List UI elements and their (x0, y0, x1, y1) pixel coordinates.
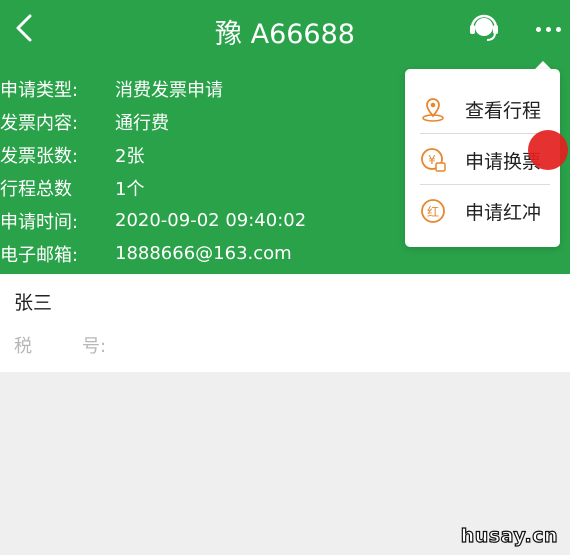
top-bar: 豫 A66688 (0, 0, 570, 60)
tax-label-part2: 号: (82, 336, 107, 357)
info-row-content: 发票内容: 通行费 (0, 105, 306, 138)
info-label: 申请类型: (0, 79, 79, 101)
buyer-name: 张三 (14, 292, 53, 314)
info-value: 2020-09-02 09:40:02 (115, 210, 307, 231)
info-value: 1个 (115, 178, 145, 200)
info-row-trips: 行程总数 1个 (0, 171, 306, 204)
info-row-count: 发票张数: 2张 (0, 138, 306, 171)
info-label: 申请时间: (0, 211, 79, 233)
menu-item-view-trips[interactable]: 查看行程 (405, 83, 560, 135)
invoice-info: 申请类型: 消费发票申请 发票内容: 通行费 发票张数: 2张 行程总数 1个 … (0, 72, 306, 270)
info-value: 通行费 (115, 112, 169, 134)
location-pin-icon (419, 95, 447, 123)
invoice-title-card: 张三 税 号: (0, 274, 570, 372)
info-row-time: 申请时间: 2020-09-02 09:40:02 (0, 204, 306, 237)
customer-service-icon (470, 14, 498, 41)
watermark: husay.cn (460, 524, 558, 547)
info-value: 消费发票申请 (115, 79, 223, 101)
info-label: 电子邮箱: (0, 244, 79, 266)
tax-number-row: 税 号: (14, 332, 106, 358)
info-row-type: 申请类型: 消费发票申请 (0, 72, 306, 105)
red-reverse-icon: 红 (419, 197, 447, 225)
tap-indicator (528, 130, 568, 170)
info-label: 行程总数 (0, 178, 72, 200)
customer-service-button[interactable] (466, 10, 502, 46)
info-row-email: 电子邮箱: 1888666@163.com (0, 237, 306, 270)
more-dots-icon (535, 26, 541, 32)
svg-text:¥: ¥ (428, 153, 436, 167)
info-label: 发票内容: (0, 112, 79, 134)
more-options-button[interactable] (528, 14, 568, 44)
yuan-ticket-icon: ¥ (419, 146, 447, 174)
info-value: 2张 (115, 145, 145, 167)
svg-text:红: 红 (427, 204, 439, 219)
menu-item-red-reverse[interactable]: 红 申请红冲 (405, 185, 560, 237)
info-label: 发票张数: (0, 145, 79, 167)
info-value: 1888666@163.com (115, 243, 292, 264)
menu-item-label: 申请红冲 (465, 201, 542, 224)
menu-item-label: 查看行程 (465, 99, 542, 122)
tax-label-part1: 税 (14, 336, 32, 357)
